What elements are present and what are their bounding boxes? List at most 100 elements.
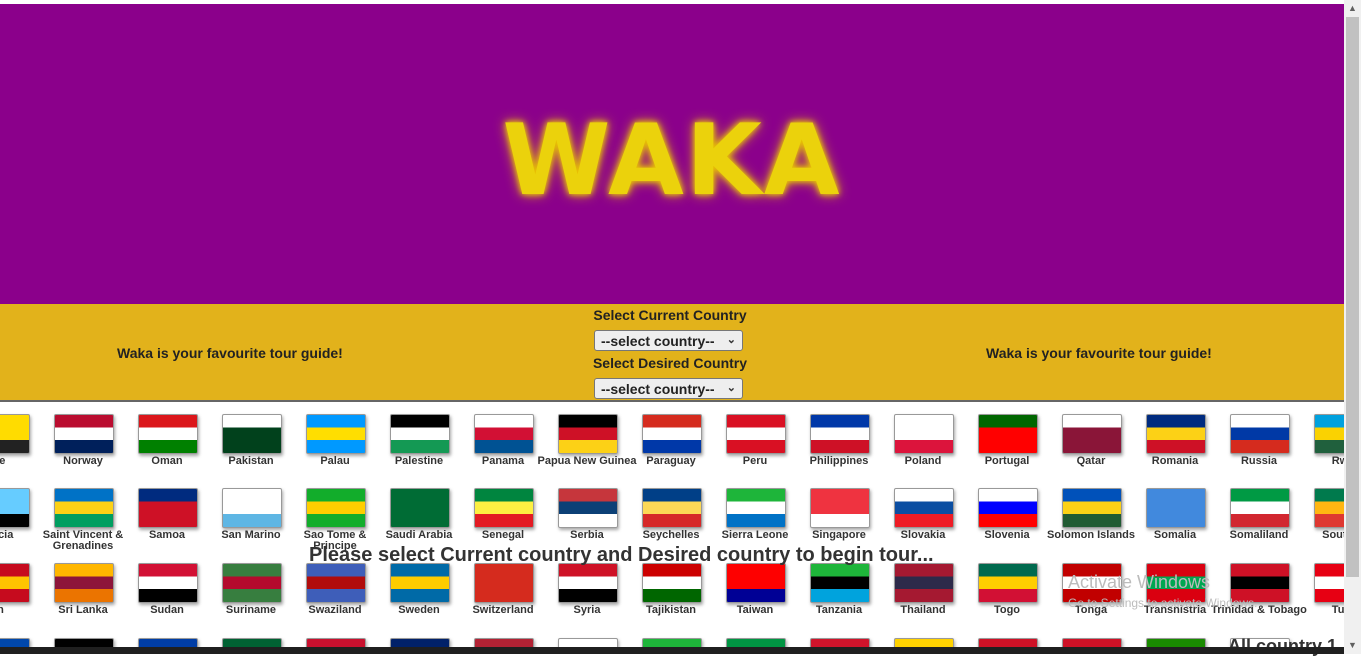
country-card[interactable]: Pakistan	[209, 414, 293, 478]
country-flag-icon	[1230, 414, 1290, 454]
country-card[interactable]: Sri Lanka	[41, 563, 125, 627]
country-flag-icon	[0, 563, 30, 603]
country-card[interactable]: South A	[1301, 488, 1344, 552]
country-card[interactable]: Togo	[965, 563, 1049, 627]
country-card[interactable]: Solomon Islands	[1047, 488, 1135, 552]
country-card[interactable]: Singapore	[797, 488, 881, 552]
country-flag-grid: ueNorwayOmanPakistanPalauPalestinePanama…	[0, 402, 1344, 654]
country-flag-icon	[1146, 414, 1206, 454]
country-card[interactable]: Oman	[125, 414, 209, 478]
country-card[interactable]: Sierra Leone	[713, 488, 797, 552]
country-card[interactable]: Panama	[461, 414, 545, 478]
current-country-label: Select Current Country	[593, 307, 747, 323]
activate-windows-subtitle: Go to Settings to activate Windows.	[1068, 596, 1258, 610]
hero-banner: WAKA	[0, 4, 1344, 304]
country-card[interactable]: Tuni	[1301, 563, 1344, 627]
country-card[interactable]: Sudan	[125, 563, 209, 627]
country-flag-icon	[1146, 488, 1206, 528]
country-card[interactable]: Rwa	[1301, 414, 1344, 478]
country-flag-icon	[642, 414, 702, 454]
country-card[interactable]: Poland	[881, 414, 965, 478]
desired-country-select[interactable]: --select country-- ⌄	[594, 378, 743, 399]
country-card[interactable]: Tajikistan	[629, 563, 713, 627]
country-flag-icon	[390, 488, 450, 528]
country-card[interactable]: Qatar	[1049, 414, 1133, 478]
country-card[interactable]: Portugal	[965, 414, 1049, 478]
country-card[interactable]: San Marino	[209, 488, 293, 552]
site-logo: WAKA	[502, 104, 842, 218]
desired-country-value: --select country--	[601, 381, 715, 397]
country-flag-icon	[1314, 563, 1344, 603]
country-flag-icon	[222, 488, 282, 528]
scroll-down-icon[interactable]: ▼	[1344, 637, 1361, 654]
country-flag-icon	[138, 563, 198, 603]
country-flag-icon	[390, 414, 450, 454]
country-card[interactable]: Paraguay	[629, 414, 713, 478]
country-flag-icon	[726, 488, 786, 528]
country-card[interactable]: Papua New Guinea	[537, 414, 637, 478]
desired-country-label: Select Desired Country	[592, 355, 748, 371]
country-card[interactable]: Somaliland	[1217, 488, 1301, 552]
country-flag-icon	[1314, 414, 1344, 454]
country-flag-icon	[810, 563, 870, 603]
current-country-select[interactable]: --select country-- ⌄	[594, 330, 743, 351]
country-flag-icon	[54, 488, 114, 528]
country-card[interactable]: Suriname	[209, 563, 293, 627]
country-card[interactable]: Seychelles	[629, 488, 713, 552]
activate-windows-title: Activate Windows	[1068, 572, 1211, 592]
country-flag-icon	[978, 563, 1038, 603]
country-flag-icon	[306, 488, 366, 528]
country-card[interactable]: Saint Vincent & Grenadines	[41, 488, 125, 552]
country-flag-icon	[54, 563, 114, 603]
country-card[interactable]: Switzerland	[461, 563, 545, 627]
country-card[interactable]: Samoa	[125, 488, 209, 552]
country-card[interactable]: Russia	[1217, 414, 1301, 478]
country-card[interactable]: Palestine	[377, 414, 461, 478]
country-card[interactable]: Serbia	[545, 488, 629, 552]
country-card[interactable]: in	[0, 563, 41, 627]
country-flag-icon	[558, 563, 618, 603]
country-flag-icon	[726, 563, 786, 603]
country-card[interactable]: Peru	[713, 414, 797, 478]
taskbar-strip	[0, 647, 1344, 654]
country-flag-icon	[474, 414, 534, 454]
country-card[interactable]: Romania	[1133, 414, 1217, 478]
country-flag-icon	[138, 414, 198, 454]
country-flag-icon	[1062, 414, 1122, 454]
country-card[interactable]: Taiwan	[713, 563, 797, 627]
country-card[interactable]: Saudi Arabia	[377, 488, 461, 552]
country-card[interactable]: Philippines	[797, 414, 881, 478]
country-flag-icon	[1314, 488, 1344, 528]
country-flag-icon	[1230, 488, 1290, 528]
country-card[interactable]: Senegal	[461, 488, 545, 552]
country-card[interactable]: Somalia	[1133, 488, 1217, 552]
country-card[interactable]: Norway	[41, 414, 125, 478]
page-scrollbar[interactable]: ▲ ▼	[1344, 0, 1361, 654]
country-flag-icon	[1062, 488, 1122, 528]
country-flag-icon	[978, 488, 1038, 528]
scroll-up-icon[interactable]: ▲	[1344, 0, 1361, 17]
country-flag-icon	[810, 488, 870, 528]
country-card[interactable]: Sao Tome & Principe	[293, 488, 377, 552]
country-card[interactable]: Syria	[545, 563, 629, 627]
country-flag-icon	[138, 488, 198, 528]
country-card[interactable]: Swaziland	[293, 563, 377, 627]
country-card[interactable]: Sweden	[377, 563, 461, 627]
country-flag-icon	[642, 488, 702, 528]
country-card[interactable]: Palau	[293, 414, 377, 478]
country-card[interactable]: ue	[0, 414, 41, 478]
country-card[interactable]: Thailand	[881, 563, 965, 627]
country-flag-icon	[474, 488, 534, 528]
country-card[interactable]: Slovakia	[881, 488, 965, 552]
country-flag-icon	[894, 563, 954, 603]
country-card[interactable]: Tanzania	[797, 563, 881, 627]
country-flag-icon	[0, 414, 30, 454]
country-select-bar: Waka is your favourite tour guide! Waka …	[0, 304, 1344, 402]
chevron-down-icon: ⌄	[726, 334, 736, 346]
country-card[interactable]: Slovenia	[965, 488, 1049, 552]
scroll-thumb[interactable]	[1346, 17, 1359, 577]
country-name: Tuni	[1331, 604, 1344, 616]
country-flag-icon	[222, 563, 282, 603]
country-flag-icon	[306, 414, 366, 454]
country-card[interactable]: Trinidad & Tobago	[1211, 563, 1307, 627]
